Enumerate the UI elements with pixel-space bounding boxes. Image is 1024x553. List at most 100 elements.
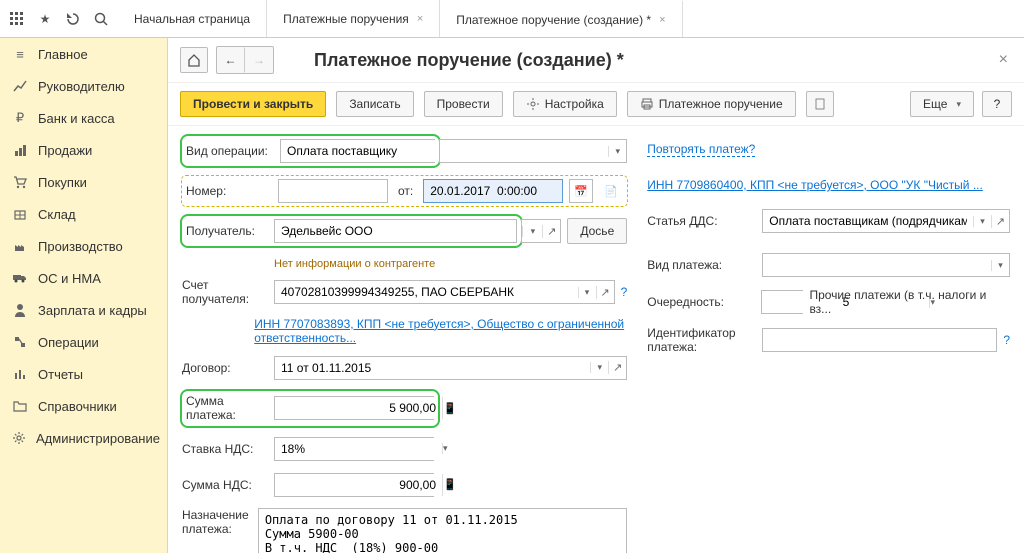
help-icon[interactable]: ? [1003,333,1010,347]
orginfo-link[interactable]: ИНН 7709860400, КПП <не требуется>, ООО … [647,178,983,192]
sidebar-item-label: Справочники [38,399,117,414]
tab-label: Платежное поручение (создание) * [456,13,651,27]
btn-label: Записать [349,97,400,111]
payid-input[interactable] [762,328,997,352]
report-icon [12,366,28,382]
bankinfo-link[interactable]: ИНН 7707083893, КПП <не требуется>, Обще… [254,317,627,345]
vatsum-input[interactable] [275,474,442,496]
sidebar-item-hr[interactable]: Зарплата и кадры [0,294,167,326]
sidebar-item-main[interactable]: ≡Главное [0,38,167,70]
sidebar-item-operations[interactable]: Операции [0,326,167,358]
close-icon[interactable]: × [659,14,665,26]
dropdown-icon[interactable]: ▾ [973,216,991,227]
btn-label: Досье [580,224,614,238]
settings-button[interactable]: Настройка [513,91,617,117]
post-button[interactable]: Провести [424,91,503,117]
open-icon[interactable]: ↗ [596,286,614,299]
vatrate-input[interactable] [275,438,442,460]
doc-icon[interactable]: 📄 [599,179,623,203]
open-icon[interactable]: ↗ [991,215,1009,228]
account-label: Счет получателя: [182,278,274,307]
dropdown-icon[interactable]: ▾ [522,226,542,237]
no-counterparty-text: Нет информации о контрагенте [274,258,435,270]
tab-home[interactable]: Начальная страница [118,0,267,37]
home-button[interactable] [180,47,208,73]
dropdown-icon[interactable]: ▾ [442,443,448,454]
btn-label: Настройка [545,97,604,111]
recipient-label: Получатель: [186,224,270,238]
history-icon[interactable] [64,10,82,28]
open-icon[interactable]: ↗ [542,225,560,238]
paytype-input[interactable] [763,254,991,276]
sidebar-item-label: Руководителю [38,79,125,94]
contract-input[interactable] [275,357,590,379]
top-bar: ★ Начальная страница Платежные поручения… [0,0,1024,38]
btn-label: Провести и закрыть [193,97,313,111]
print-pp-button[interactable]: Платежное поручение [627,91,796,117]
apps-icon[interactable] [8,10,26,28]
star-icon[interactable]: ★ [36,10,54,28]
print-icon [640,97,654,111]
person-icon [12,302,28,318]
back-button[interactable]: ← [217,47,245,73]
op-input[interactable] [281,140,448,162]
search-icon[interactable] [92,10,110,28]
sidebar-item-production[interactable]: Производство [0,230,167,262]
repeat-link[interactable]: Повторять платеж? [647,142,755,157]
help-icon[interactable]: ? [621,285,628,299]
save-button[interactable]: Записать [336,91,413,117]
dropdown-icon[interactable]: ▾ [608,146,626,157]
tab-payment-create[interactable]: Платежное поручение (создание) * × [440,0,682,37]
bank-icon: ₽ [12,110,28,126]
clip-icon [813,97,827,111]
payid-label: Идентификатор платежа: [647,326,762,355]
sidebar-item-label: Зарплата и кадры [38,303,147,318]
open-icon[interactable]: ↗ [608,361,626,374]
chevron-down-icon: ▾ [956,99,961,110]
dossier-button[interactable]: Досье [567,218,627,244]
calendar-icon[interactable]: 📅 [569,179,593,203]
sidebar-item-catalogs[interactable]: Справочники [0,390,167,422]
attach-button[interactable] [806,91,834,117]
help-button[interactable]: ? [982,91,1012,117]
purpose-label: Назначение платежа: [182,508,258,537]
recipient-input[interactable] [275,220,516,242]
purpose-textarea[interactable] [258,508,627,553]
forward-button[interactable]: → [245,47,273,73]
post-and-close-button[interactable]: Провести и закрыть [180,91,326,117]
sidebar-item-sales[interactable]: Продажи [0,134,167,166]
calc-icon[interactable]: 📱 [442,474,457,496]
sidebar-item-reports[interactable]: Отчеты [0,358,167,390]
tab-payments[interactable]: Платежные поручения× [267,0,440,37]
btn-label: Еще [923,97,947,111]
sidebar-item-purchases[interactable]: Покупки [0,166,167,198]
number-input[interactable] [278,179,388,203]
order-label: Очередность: [647,295,761,309]
doc-header: ← → Платежное поручение (создание) * × [168,38,1024,83]
page-title: Платежное поручение (создание) * [314,50,995,71]
sidebar-item-label: Покупки [38,175,87,190]
close-button[interactable]: × [995,47,1012,73]
dropdown-icon[interactable]: ▾ [590,362,608,373]
sum-input[interactable] [275,397,442,419]
sidebar-item-warehouse[interactable]: Склад [0,198,167,230]
dropdown-icon[interactable]: ▾ [991,260,1009,271]
sum-label: Сумма платежа: [186,394,270,423]
op-ext-input[interactable] [440,140,608,162]
sidebar-item-manager[interactable]: Руководителю [0,70,167,102]
sidebar-item-label: Производство [38,239,123,254]
sales-icon [12,142,28,158]
op-label: Вид операции: [186,144,276,158]
sidebar-item-bank[interactable]: ₽ Банк и касса [0,102,167,134]
more-button[interactable]: Еще ▾ [910,91,974,117]
close-icon[interactable]: × [417,13,423,25]
calc-icon[interactable]: 📱 [442,397,457,419]
sidebar-item-label: Банк и касса [38,111,115,126]
account-input[interactable] [275,281,578,303]
sidebar-item-admin[interactable]: Администрирование [0,422,167,454]
dropdown-icon[interactable]: ▾ [578,287,596,298]
toolbar: Провести и закрыть Записать Провести Нас… [168,83,1024,126]
sidebar-item-assets[interactable]: ОС и НМА [0,262,167,294]
dds-input[interactable] [763,210,973,232]
date-input[interactable] [423,179,563,203]
